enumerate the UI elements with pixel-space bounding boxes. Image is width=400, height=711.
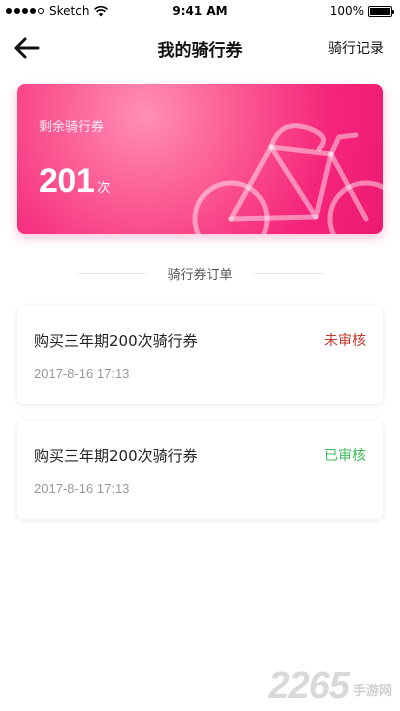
watermark-number: 2265	[268, 665, 350, 707]
status-right: 100%	[329, 4, 394, 18]
orders-section-title: 骑行券订单	[167, 268, 233, 283]
battery-percent: 100%	[329, 4, 364, 18]
divider-right	[254, 273, 324, 274]
order-date: 2017-8-16 17:13	[34, 481, 130, 496]
remaining-coupons-card: 剩余骑行券 201 次	[17, 84, 383, 234]
order-title: 购买三年期200次骑行券	[34, 332, 198, 350]
remaining-count: 201 次	[39, 162, 110, 201]
remaining-count-number: 201	[39, 162, 95, 200]
ride-history-link[interactable]: 骑行记录	[328, 38, 384, 58]
orders-section-header: 骑行券订单	[0, 262, 400, 284]
card-label: 剩余骑行券	[39, 120, 105, 135]
navigation-bar: 我的骑行券 骑行记录	[0, 26, 400, 70]
battery-icon	[368, 5, 394, 17]
bicycle-icon	[192, 123, 383, 234]
remaining-count-unit: 次	[97, 181, 111, 196]
order-card[interactable]: 购买三年期200次骑行券 2017-8-16 17:13 未审核	[17, 306, 383, 404]
order-status-badge: 已审核	[324, 448, 366, 464]
order-card[interactable]: 购买三年期200次骑行券 2017-8-16 17:13 已审核	[17, 421, 383, 519]
order-title: 购买三年期200次骑行券	[34, 447, 198, 465]
watermark-site: 手游网	[352, 684, 392, 699]
status-bar: Sketch 9:41 AM 100%	[0, 0, 400, 22]
site-watermark: 2265 手游网	[268, 667, 392, 705]
order-status-badge: 未审核	[324, 333, 366, 349]
order-date: 2017-8-16 17:13	[34, 366, 130, 381]
